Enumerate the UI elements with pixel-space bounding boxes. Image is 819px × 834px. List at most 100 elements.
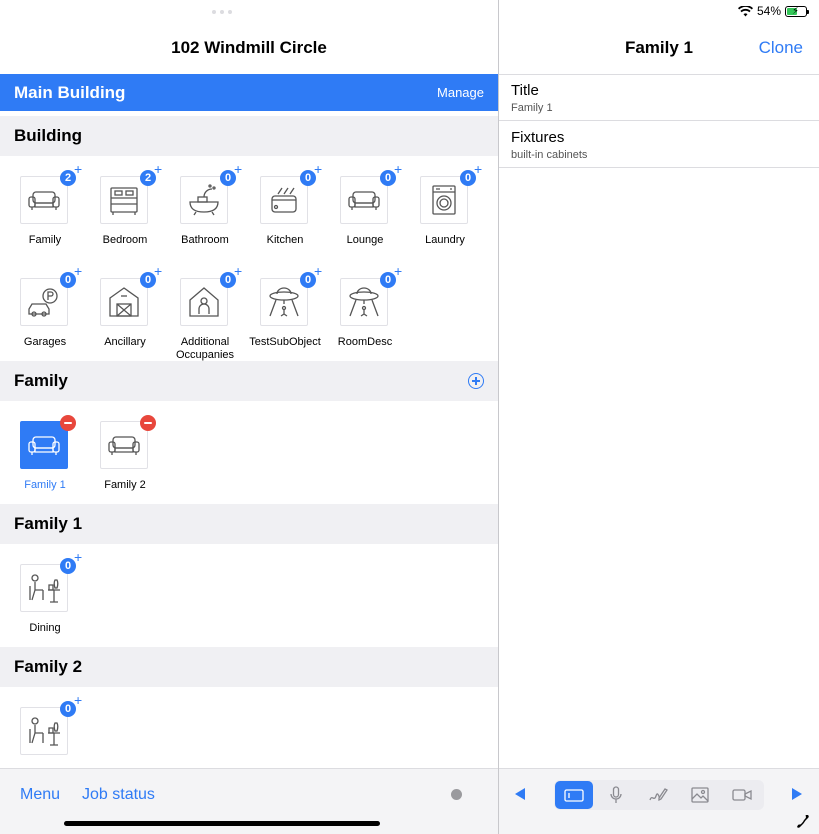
tile-label: Bathroom — [181, 234, 229, 246]
section-header-building: Building — [0, 116, 498, 156]
barn-icon — [100, 278, 148, 326]
tile-garages[interactable]: + 0 Garages — [0, 264, 82, 368]
sofa-icon — [100, 421, 148, 469]
tile-testsubobject[interactable]: + 0 TestSubObject — [240, 264, 322, 368]
tile-dining[interactable]: + 0 Dining — [0, 550, 82, 654]
tile-label: Garages — [23, 336, 67, 348]
input-toolbar — [499, 768, 819, 834]
next-arrow-icon[interactable] — [792, 788, 802, 800]
field-value: built-in cabinets — [511, 149, 588, 161]
bathtub-icon — [180, 176, 228, 224]
tile-label: Family 1 — [24, 479, 66, 491]
field-fixtures[interactable]: Fixtures built-in cabinets — [511, 129, 587, 161]
right-pane: 54% ⚡ Family 1 Clone Title Family 1 Fixt… — [499, 0, 819, 834]
manage-button[interactable]: Manage — [437, 85, 484, 100]
count-badge: 0 — [220, 170, 236, 186]
separator — [499, 74, 819, 75]
separator — [499, 167, 819, 168]
tile-family[interactable]: + 2 Family — [0, 162, 82, 266]
count-badge: 0 — [60, 701, 76, 717]
home-indicator — [64, 821, 380, 826]
remove-icon[interactable] — [140, 415, 156, 431]
tile-roomdesc[interactable]: + 0 RoomDesc — [320, 264, 402, 368]
battery-percent: 54% — [756, 4, 781, 18]
washing-machine-icon — [420, 176, 468, 224]
previous-arrow-icon[interactable] — [515, 788, 525, 800]
count-badge: 2 — [140, 170, 156, 186]
bed-icon — [100, 176, 148, 224]
tile-lounge[interactable]: + 0 Lounge — [320, 162, 402, 266]
video-tool[interactable] — [723, 781, 761, 809]
section-title: Family 1 — [14, 514, 83, 533]
tile-bathroom[interactable]: + 0 Bathroom — [160, 162, 242, 266]
tile-label: Laundry — [425, 234, 465, 246]
job-status-button[interactable]: Job status — [82, 786, 155, 804]
count-badge: 0 — [380, 170, 396, 186]
photo-tool[interactable] — [681, 781, 719, 809]
ufo-icon — [340, 278, 388, 326]
field-value: Family 1 — [511, 102, 553, 114]
add-family-button[interactable] — [468, 373, 484, 389]
building-title: Main Building — [14, 83, 126, 102]
tile-label: Kitchen — [266, 234, 304, 246]
section-header-family-1: Family 1 — [0, 504, 498, 544]
tile-label: TestSubObject — [249, 336, 321, 348]
microphone-icon — [610, 786, 622, 803]
count-badge: 0 — [60, 272, 76, 288]
tile-additional-occupanies[interactable]: + 0 Additional Occupanies — [160, 264, 242, 368]
section-title: Family — [14, 371, 68, 390]
status-bar: 54% ⚡ — [737, 4, 809, 18]
dining-icon — [20, 707, 68, 755]
sofa-icon — [20, 176, 68, 224]
tile-ancillary[interactable]: + 0 Ancillary — [80, 264, 162, 368]
count-badge: 0 — [380, 272, 396, 288]
tile-label: Lounge — [346, 234, 384, 246]
section-header-family-2: Family 2 — [0, 647, 498, 687]
family-item-2[interactable]: Family 2 — [80, 415, 160, 511]
text-field-icon — [564, 789, 584, 802]
toaster-icon — [260, 176, 308, 224]
dining-icon — [20, 564, 68, 612]
tile-label: Additional Occupanies — [175, 336, 235, 361]
section-header-family: Family — [0, 361, 498, 401]
phone-icon[interactable] — [795, 813, 811, 829]
ufo-icon — [260, 278, 308, 326]
dictation-tool[interactable] — [597, 781, 635, 809]
menu-button[interactable]: Menu — [20, 786, 60, 804]
sofa-icon — [340, 176, 388, 224]
field-label: Title — [511, 82, 539, 99]
remove-icon[interactable] — [60, 415, 76, 431]
count-badge: 0 — [220, 272, 236, 288]
sketch-tool[interactable] — [639, 781, 677, 809]
tile-label: Ancillary — [104, 336, 146, 348]
separator — [499, 120, 819, 121]
left-pane: 102 Windmill Circle Main Building Manage… — [0, 0, 498, 834]
count-badge: 0 — [460, 170, 476, 186]
image-icon — [691, 787, 709, 803]
sofa-icon — [20, 421, 68, 469]
tile-label: Bedroom — [102, 234, 148, 246]
field-label: Fixtures — [511, 129, 565, 146]
tile-laundry[interactable]: + 0 Laundry — [400, 162, 482, 266]
house-person-icon — [180, 278, 228, 326]
field-title[interactable]: Title Family 1 — [511, 82, 553, 114]
tile-label: Family — [28, 234, 62, 246]
building-bar: Main Building Manage — [0, 74, 498, 111]
section-title: Family 2 — [14, 657, 83, 676]
tile-kitchen[interactable]: + 0 Kitchen — [240, 162, 322, 266]
count-badge: 0 — [300, 170, 316, 186]
tile-label: Family 2 — [104, 479, 146, 491]
video-camera-icon — [732, 789, 752, 801]
count-badge: 0 — [140, 272, 156, 288]
window-grabber[interactable] — [212, 10, 232, 14]
battery-icon: ⚡ — [785, 5, 809, 17]
input-mode-group — [554, 780, 764, 810]
count-badge: 0 — [60, 558, 76, 574]
page-title: 102 Windmill Circle — [171, 38, 327, 57]
family-item-1[interactable]: Family 1 — [0, 415, 80, 511]
section-title: Building — [14, 126, 82, 145]
clone-button[interactable]: Clone — [759, 38, 803, 58]
tile-bedroom[interactable]: + 2 Bedroom — [80, 162, 162, 266]
sync-indicator — [451, 789, 462, 800]
keyboard-tool[interactable] — [555, 781, 593, 809]
